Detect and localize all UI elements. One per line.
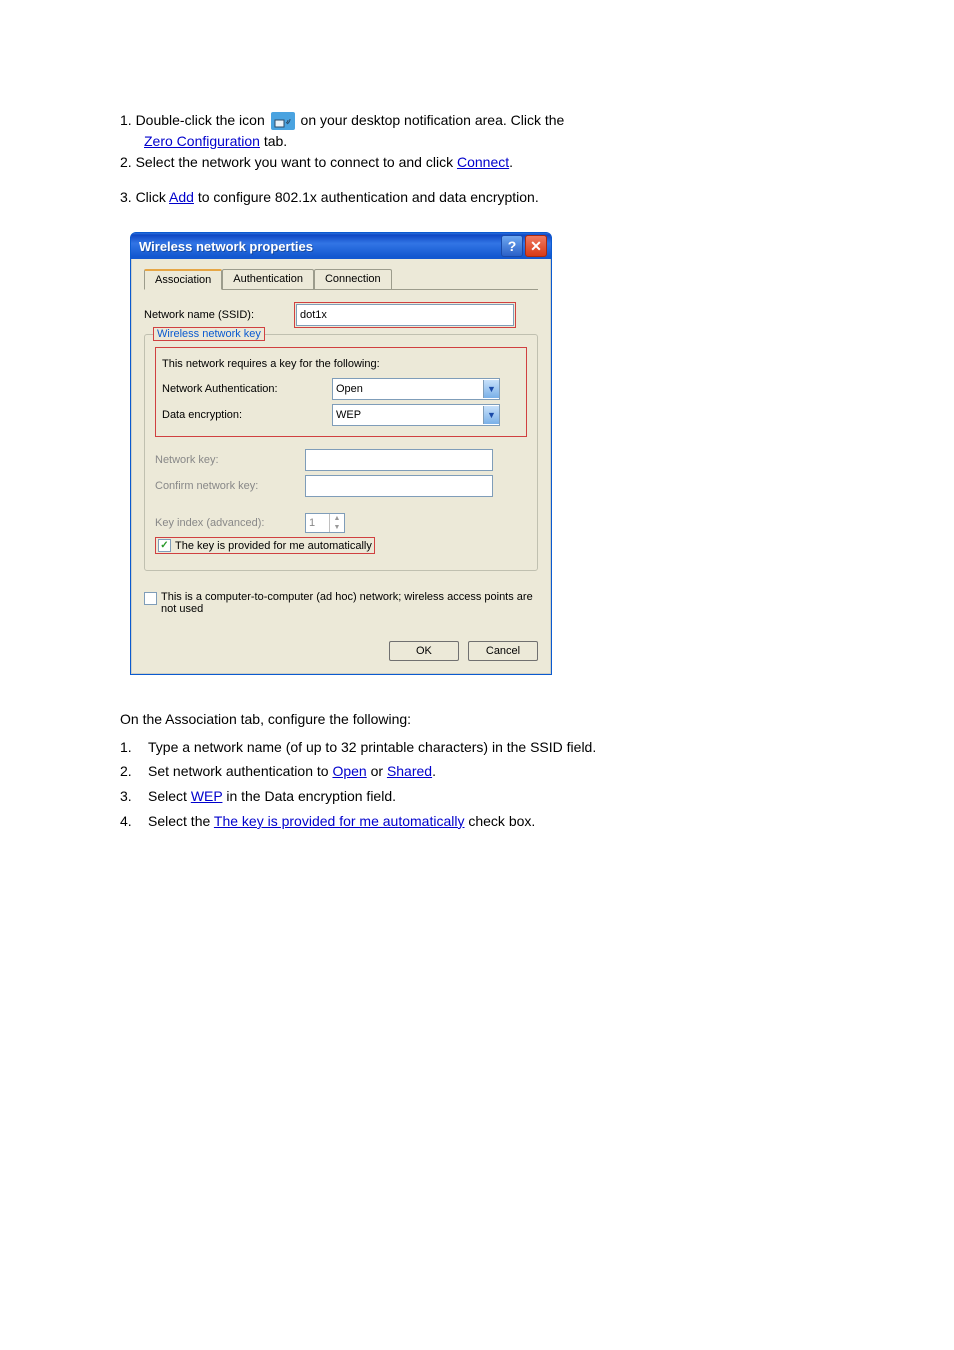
text: Type a network name (of up to 32 printab… xyxy=(148,737,834,759)
num: 1. xyxy=(120,737,148,759)
data-enc-select[interactable]: WEP ▼ xyxy=(332,404,500,426)
text: . xyxy=(509,154,513,170)
chevron-down-icon: ▼ xyxy=(483,406,499,424)
num: 2. xyxy=(120,761,148,783)
net-auth-label: Network Authentication: xyxy=(162,383,332,395)
text: 2. Select the network you want to connec… xyxy=(120,154,457,170)
add-link[interactable]: Add xyxy=(169,189,194,205)
net-auth-value: Open xyxy=(336,383,483,395)
instruction-line-1: 1. Double-click the icon on your desktop… xyxy=(120,110,834,131)
auto-key-row[interactable]: ✓ The key is provided for me automatical… xyxy=(155,537,375,554)
post-intro: On the Association tab, configure the fo… xyxy=(120,709,834,731)
titlebar[interactable]: Wireless network properties ? ✕ xyxy=(131,233,551,259)
text: Select xyxy=(148,788,191,804)
cancel-button[interactable]: Cancel xyxy=(468,641,538,661)
wep-link[interactable]: WEP xyxy=(191,788,223,804)
post-item-1: 1. Type a network name (of up to 32 prin… xyxy=(120,737,834,759)
instruction-line-1b: Zero Configuration tab. xyxy=(144,131,834,152)
adhoc-checkbox[interactable] xyxy=(144,592,157,605)
post-item-2: 2. Set network authentication to Open or… xyxy=(120,761,834,783)
text: check box. xyxy=(464,813,535,829)
auto-key-sentence-link[interactable]: The key is provided for me automatically xyxy=(214,813,465,829)
connect-link[interactable]: Connect xyxy=(457,154,509,170)
key-required-text: This network requires a key for the foll… xyxy=(162,358,520,370)
adhoc-row[interactable]: This is a computer-to-computer (ad hoc) … xyxy=(144,591,538,615)
tab-strip: Association Authentication Connection xyxy=(144,269,538,290)
text: tab. xyxy=(260,133,287,149)
confirm-key-input xyxy=(305,475,493,497)
data-enc-value: WEP xyxy=(336,409,483,421)
tab-authentication[interactable]: Authentication xyxy=(222,269,314,289)
wireless-tray-icon xyxy=(271,112,295,130)
ssid-label: Network name (SSID): xyxy=(144,309,294,321)
period: . xyxy=(432,763,436,779)
wireless-key-group: Wireless network key This network requir… xyxy=(144,334,538,571)
text: Select the xyxy=(148,813,214,829)
ok-button[interactable]: OK xyxy=(389,641,459,661)
chevron-down-icon: ▼ xyxy=(483,380,499,398)
dialog-button-row: OK Cancel xyxy=(144,633,538,661)
auto-key-label: The key is provided for me automatically xyxy=(175,540,372,552)
group-legend: Wireless network key xyxy=(153,327,265,341)
num: 4. xyxy=(120,811,148,833)
net-auth-select[interactable]: Open ▼ xyxy=(332,378,500,400)
zero-config-link[interactable]: Zero Configuration xyxy=(144,133,260,149)
wireless-properties-dialog: Wireless network properties ? ✕ Associat… xyxy=(130,232,552,675)
ssid-input[interactable] xyxy=(296,304,514,326)
num: 3. xyxy=(120,786,148,808)
auto-key-checkbox[interactable]: ✓ xyxy=(158,539,171,552)
text: Set network authentication to xyxy=(148,763,332,779)
post-item-4: 4. Select the The key is provided for me… xyxy=(120,811,834,833)
instruction-line-2: 2. Select the network you want to connec… xyxy=(120,152,834,173)
tab-connection[interactable]: Connection xyxy=(314,269,392,289)
data-enc-label: Data encryption: xyxy=(162,409,332,421)
key-index-label: Key index (advanced): xyxy=(155,517,305,529)
key-index-value: 1 xyxy=(306,517,329,529)
shared-link[interactable]: Shared xyxy=(387,763,432,779)
close-button[interactable]: ✕ xyxy=(525,235,547,257)
key-index-spinner: 1 ▲▼ xyxy=(305,513,345,533)
text: or xyxy=(367,763,387,779)
network-key-input xyxy=(305,449,493,471)
tab-association[interactable]: Association xyxy=(144,269,222,290)
post-item-3: 3. Select WEP in the Data encryption fie… xyxy=(120,786,834,808)
text: on your desktop notification area. Click… xyxy=(301,112,565,128)
network-key-label: Network key: xyxy=(155,454,305,466)
spinner-up-icon: ▲ xyxy=(330,514,344,523)
dialog-title: Wireless network properties xyxy=(139,239,499,254)
help-button[interactable]: ? xyxy=(501,235,523,257)
text: 3. Click xyxy=(120,189,169,205)
confirm-key-label: Confirm network key: xyxy=(155,480,305,492)
ssid-row: Network name (SSID): xyxy=(144,302,538,328)
spinner-down-icon: ▼ xyxy=(330,523,344,532)
instruction-line-3: 3. Click Add to configure 802.1x authent… xyxy=(120,187,834,208)
adhoc-label: This is a computer-to-computer (ad hoc) … xyxy=(161,591,538,615)
open-link[interactable]: Open xyxy=(332,763,366,779)
text: to configure 802.1x authentication and d… xyxy=(194,189,539,205)
text: in the Data encryption field. xyxy=(222,788,396,804)
text: 1. Double-click the icon xyxy=(120,112,265,128)
